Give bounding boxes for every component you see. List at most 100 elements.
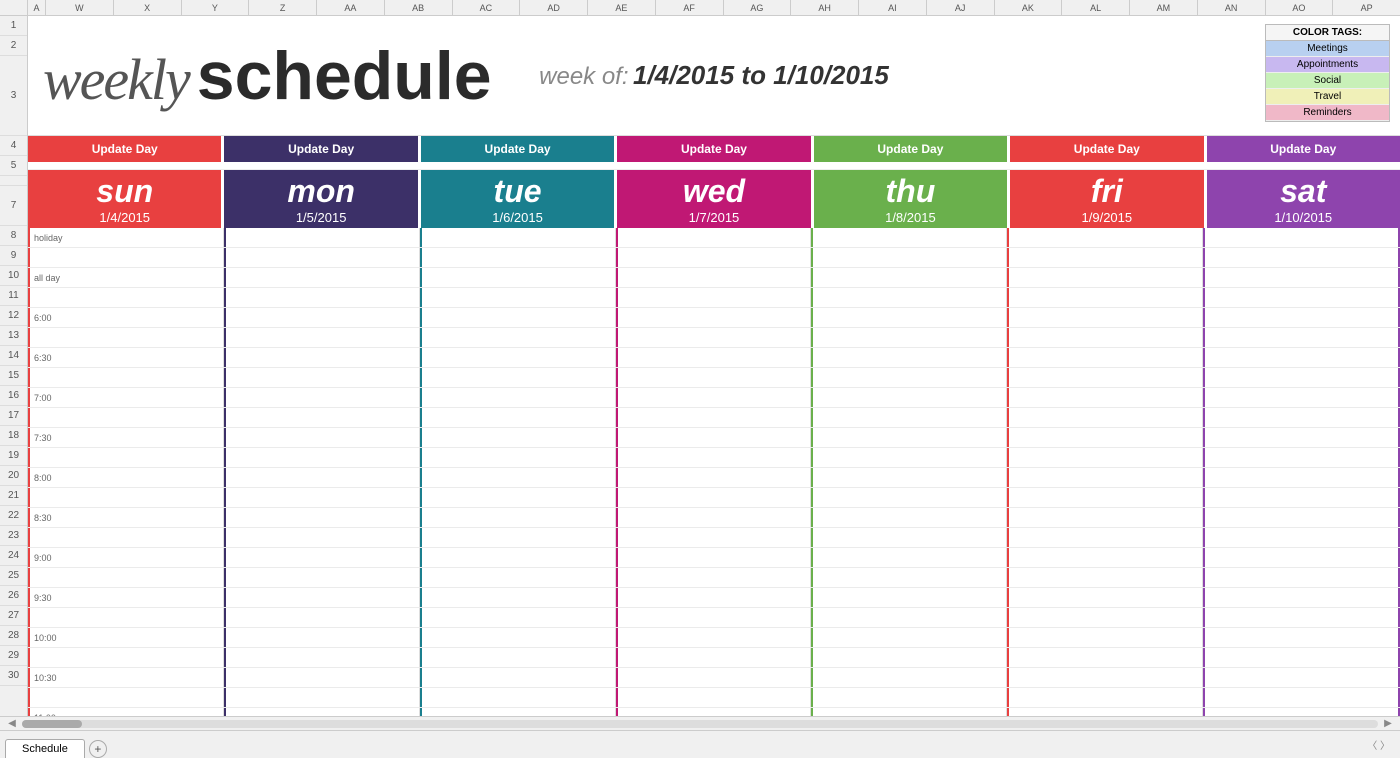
time-cell-thu-23[interactable] bbox=[811, 688, 1007, 707]
time-cell-sat-24[interactable] bbox=[1203, 708, 1400, 716]
time-cell-sun-22[interactable]: 10:30 bbox=[28, 668, 224, 687]
sat-update-day[interactable]: Update Day bbox=[1207, 136, 1400, 162]
time-cell-mon-13[interactable] bbox=[224, 488, 420, 507]
time-cell-wed-22[interactable] bbox=[616, 668, 812, 687]
time-cell-tue-21[interactable] bbox=[420, 648, 616, 667]
time-cell-wed-23[interactable] bbox=[616, 688, 812, 707]
time-cell-sat-19[interactable] bbox=[1203, 608, 1400, 627]
time-cell-fri-5[interactable] bbox=[1007, 328, 1203, 347]
time-cell-mon-2[interactable] bbox=[224, 268, 420, 287]
time-cell-wed-12[interactable] bbox=[616, 468, 812, 487]
time-cell-tue-11[interactable] bbox=[420, 448, 616, 467]
time-cell-fri-13[interactable] bbox=[1007, 488, 1203, 507]
time-cell-sun-1[interactable] bbox=[28, 248, 224, 267]
time-cell-tue-6[interactable] bbox=[420, 348, 616, 367]
time-cell-fri-23[interactable] bbox=[1007, 688, 1203, 707]
time-cell-tue-13[interactable] bbox=[420, 488, 616, 507]
time-cell-fri-20[interactable] bbox=[1007, 628, 1203, 647]
time-cell-thu-21[interactable] bbox=[811, 648, 1007, 667]
time-cell-wed-20[interactable] bbox=[616, 628, 812, 647]
time-cell-sun-17[interactable] bbox=[28, 568, 224, 587]
time-cell-sun-9[interactable] bbox=[28, 408, 224, 427]
time-cell-fri-7[interactable] bbox=[1007, 368, 1203, 387]
time-cell-wed-8[interactable] bbox=[616, 388, 812, 407]
time-cell-sat-2[interactable] bbox=[1203, 268, 1400, 287]
time-cell-sat-14[interactable] bbox=[1203, 508, 1400, 527]
time-cell-fri-24[interactable] bbox=[1007, 708, 1203, 716]
time-cell-sun-0[interactable]: holiday bbox=[28, 228, 224, 247]
time-cell-tue-14[interactable] bbox=[420, 508, 616, 527]
mon-update-day[interactable]: Update Day bbox=[224, 136, 420, 162]
time-cell-sun-15[interactable] bbox=[28, 528, 224, 547]
time-cell-sat-0[interactable] bbox=[1203, 228, 1400, 247]
time-cell-tue-19[interactable] bbox=[420, 608, 616, 627]
time-cell-mon-21[interactable] bbox=[224, 648, 420, 667]
time-cell-mon-1[interactable] bbox=[224, 248, 420, 267]
time-cell-tue-0[interactable] bbox=[420, 228, 616, 247]
time-cell-fri-14[interactable] bbox=[1007, 508, 1203, 527]
time-cell-sun-20[interactable]: 10:00 bbox=[28, 628, 224, 647]
time-cell-thu-16[interactable] bbox=[811, 548, 1007, 567]
time-cell-sat-23[interactable] bbox=[1203, 688, 1400, 707]
time-cell-tue-23[interactable] bbox=[420, 688, 616, 707]
fri-update-day[interactable]: Update Day bbox=[1010, 136, 1206, 162]
time-cell-thu-10[interactable] bbox=[811, 428, 1007, 447]
time-cell-sun-11[interactable] bbox=[28, 448, 224, 467]
time-cell-sat-17[interactable] bbox=[1203, 568, 1400, 587]
time-cell-fri-22[interactable] bbox=[1007, 668, 1203, 687]
time-cell-tue-24[interactable] bbox=[420, 708, 616, 716]
time-cell-wed-11[interactable] bbox=[616, 448, 812, 467]
time-cell-thu-9[interactable] bbox=[811, 408, 1007, 427]
time-cell-wed-2[interactable] bbox=[616, 268, 812, 287]
time-cell-tue-7[interactable] bbox=[420, 368, 616, 387]
sun-update-day[interactable]: Update Day bbox=[28, 136, 224, 162]
time-cell-fri-6[interactable] bbox=[1007, 348, 1203, 367]
time-cell-mon-18[interactable] bbox=[224, 588, 420, 607]
time-cell-sat-5[interactable] bbox=[1203, 328, 1400, 347]
time-cell-sun-6[interactable]: 6:30 bbox=[28, 348, 224, 367]
time-cell-thu-15[interactable] bbox=[811, 528, 1007, 547]
time-cell-thu-14[interactable] bbox=[811, 508, 1007, 527]
time-cell-wed-24[interactable] bbox=[616, 708, 812, 716]
time-cell-sun-19[interactable] bbox=[28, 608, 224, 627]
time-cell-wed-19[interactable] bbox=[616, 608, 812, 627]
time-cell-thu-1[interactable] bbox=[811, 248, 1007, 267]
time-cell-sat-20[interactable] bbox=[1203, 628, 1400, 647]
tab-schedule[interactable]: Schedule bbox=[5, 739, 85, 758]
time-cell-fri-21[interactable] bbox=[1007, 648, 1203, 667]
time-cell-tue-4[interactable] bbox=[420, 308, 616, 327]
time-cell-wed-5[interactable] bbox=[616, 328, 812, 347]
time-cell-tue-2[interactable] bbox=[420, 268, 616, 287]
time-cell-fri-10[interactable] bbox=[1007, 428, 1203, 447]
time-cell-wed-1[interactable] bbox=[616, 248, 812, 267]
time-cell-mon-19[interactable] bbox=[224, 608, 420, 627]
time-cell-sat-21[interactable] bbox=[1203, 648, 1400, 667]
time-cell-thu-4[interactable] bbox=[811, 308, 1007, 327]
time-cell-tue-17[interactable] bbox=[420, 568, 616, 587]
time-cell-mon-22[interactable] bbox=[224, 668, 420, 687]
time-cell-sat-4[interactable] bbox=[1203, 308, 1400, 327]
add-sheet-button[interactable]: + bbox=[89, 740, 107, 758]
time-cell-thu-5[interactable] bbox=[811, 328, 1007, 347]
time-cell-thu-17[interactable] bbox=[811, 568, 1007, 587]
time-cell-wed-21[interactable] bbox=[616, 648, 812, 667]
time-cell-thu-7[interactable] bbox=[811, 368, 1007, 387]
time-cell-mon-15[interactable] bbox=[224, 528, 420, 547]
time-cell-thu-18[interactable] bbox=[811, 588, 1007, 607]
thu-update-day[interactable]: Update Day bbox=[814, 136, 1010, 162]
time-cell-fri-11[interactable] bbox=[1007, 448, 1203, 467]
time-cell-wed-15[interactable] bbox=[616, 528, 812, 547]
time-cell-mon-3[interactable] bbox=[224, 288, 420, 307]
time-cell-sun-4[interactable]: 6:00 bbox=[28, 308, 224, 327]
time-cell-sat-22[interactable] bbox=[1203, 668, 1400, 687]
time-cell-fri-0[interactable] bbox=[1007, 228, 1203, 247]
time-cell-mon-14[interactable] bbox=[224, 508, 420, 527]
time-cell-fri-16[interactable] bbox=[1007, 548, 1203, 567]
time-cell-tue-18[interactable] bbox=[420, 588, 616, 607]
time-cell-tue-20[interactable] bbox=[420, 628, 616, 647]
time-cell-tue-9[interactable] bbox=[420, 408, 616, 427]
time-cell-sat-7[interactable] bbox=[1203, 368, 1400, 387]
scrollbar-thumb[interactable] bbox=[22, 720, 82, 728]
time-cell-tue-10[interactable] bbox=[420, 428, 616, 447]
time-cell-wed-10[interactable] bbox=[616, 428, 812, 447]
